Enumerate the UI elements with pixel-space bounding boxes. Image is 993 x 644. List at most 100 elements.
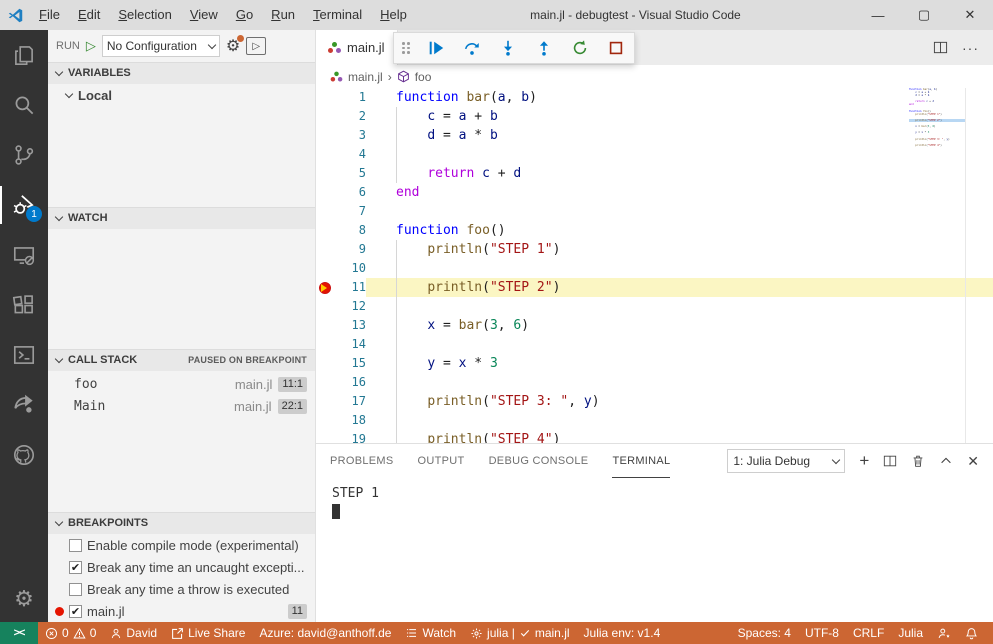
call-stack-frame[interactable]: Main main.jl 22:1 (48, 395, 315, 417)
close-panel-icon[interactable]: ✕ (967, 453, 979, 470)
breakpoint-checkbox[interactable] (69, 538, 82, 552)
breakpoint-item[interactable]: Enable compile mode (experimental) (48, 534, 315, 556)
breadcrumb[interactable]: main.jl › foo (316, 65, 993, 88)
code-line-9[interactable]: 9 println("STEP 1") (316, 240, 993, 259)
variables-section-header[interactable]: VARIABLES (48, 62, 315, 84)
breakpoint-item[interactable]: ✔ Break any time an uncaught excepti... (48, 556, 315, 578)
status-item[interactable]: Julia env: v1.4 (577, 622, 668, 644)
status-item[interactable]: CRLF (846, 622, 891, 644)
minimize-button[interactable]: — (855, 0, 901, 30)
code-line-18[interactable]: 18 (316, 411, 993, 430)
debug-settings-gear-icon[interactable]: ⚙ (226, 35, 245, 56)
menu-go[interactable]: Go (227, 0, 262, 30)
breadcrumb-file[interactable]: main.jl (348, 70, 383, 84)
status-item[interactable]: julia | main.jl (463, 622, 576, 644)
breakpoints-section-header[interactable]: BREAKPOINTS (48, 512, 315, 534)
step-out-button[interactable] (534, 38, 554, 58)
maximize-button[interactable]: ▢ (901, 0, 947, 30)
activity-run-debug-icon[interactable]: 1 (0, 180, 48, 230)
breadcrumb-symbol[interactable]: foo (415, 70, 432, 84)
status-item[interactable] (930, 622, 958, 644)
breakpoint-checkbox[interactable] (69, 582, 82, 596)
more-actions-icon[interactable]: ··· (962, 40, 979, 56)
menu-file[interactable]: File (30, 0, 69, 30)
code-line-1[interactable]: 1 function bar(a, b) (316, 88, 993, 107)
panel-tab-debug-console[interactable]: DEBUG CONSOLE (489, 444, 589, 478)
step-over-button[interactable] (462, 38, 482, 58)
editor-scrollbar[interactable] (965, 88, 993, 443)
continue-button[interactable] (426, 38, 446, 58)
active-breakpoint-icon[interactable] (319, 281, 331, 294)
start-debug-icon[interactable]: ▷ (86, 38, 96, 54)
menu-edit[interactable]: Edit (69, 0, 109, 30)
activity-live-share-icon[interactable] (0, 380, 48, 430)
variables-scope-local[interactable]: Local (48, 84, 315, 106)
code-line-5[interactable]: 5 return c + d (316, 164, 993, 183)
status-item[interactable]: UTF-8 (798, 622, 846, 644)
status-item[interactable]: Spaces: 4 (731, 622, 798, 644)
debug-config-select[interactable]: No Configuration (101, 35, 220, 57)
code-line-13[interactable]: 13 x = bar(3, 6) (316, 316, 993, 335)
status-item[interactable]: Julia (891, 622, 930, 644)
code-line-16[interactable]: 16 (316, 373, 993, 392)
terminal-select[interactable]: 1: Julia Debug (727, 449, 846, 473)
code-line-11[interactable]: 11 println("STEP 2") (316, 278, 993, 297)
menu-terminal[interactable]: Terminal (304, 0, 371, 30)
status-item[interactable] (958, 622, 985, 644)
breakpoint-item[interactable]: Break any time a throw is executed (48, 578, 315, 600)
code-line-3[interactable]: 3 d = a * b (316, 126, 993, 145)
close-button[interactable]: ✕ (947, 0, 993, 30)
code-line-10[interactable]: 10 (316, 259, 993, 278)
code-line-17[interactable]: 17 println("STEP 3: ", y) (316, 392, 993, 411)
status-item[interactable]: David (103, 622, 164, 644)
code-line-12[interactable]: 12 (316, 297, 993, 316)
status-item[interactable]: Live Share (164, 622, 252, 644)
manage-gear-icon[interactable]: ⚙ (14, 576, 34, 622)
activity-extensions-icon[interactable] (0, 280, 48, 330)
tab-main-jl[interactable]: main.jl (316, 30, 398, 65)
menu-view[interactable]: View (181, 0, 227, 30)
stop-button[interactable] (606, 38, 626, 58)
maximize-panel-icon[interactable] (939, 454, 953, 468)
restart-button[interactable] (570, 38, 590, 58)
split-terminal-icon[interactable] (883, 454, 897, 468)
breakpoint-item[interactable]: ✔ main.jl 11 (48, 600, 315, 622)
status-item[interactable]: 00 (38, 622, 103, 644)
code-line-8[interactable]: 8 function foo() (316, 221, 993, 240)
code-editor[interactable]: 1 function bar(a, b) 2 c = a + b3 d = a * … (316, 88, 993, 443)
code-line-14[interactable]: 14 (316, 335, 993, 354)
activity-source-control-icon[interactable] (0, 130, 48, 180)
call-stack-frame[interactable]: foo main.jl 11:1 (48, 373, 315, 395)
status-item[interactable]: Azure: david@anthoff.de (252, 622, 398, 644)
code-line-7[interactable]: 7 (316, 202, 993, 221)
new-terminal-icon[interactable]: + (859, 451, 869, 471)
step-into-button[interactable] (498, 38, 518, 58)
debug-console-icon[interactable]: ▷ (246, 37, 267, 55)
code-line-4[interactable]: 4 (316, 145, 993, 164)
breakpoint-checkbox[interactable]: ✔ (69, 560, 82, 574)
menu-help[interactable]: Help (371, 0, 416, 30)
activity-remote-explorer-icon[interactable] (0, 230, 48, 280)
code-line-19[interactable]: 19 println("STEP 4") (316, 430, 993, 443)
split-editor-icon[interactable] (933, 40, 948, 55)
activity-files-icon[interactable] (0, 30, 48, 80)
code-line-2[interactable]: 2 c = a + b (316, 107, 993, 126)
remote-indicator[interactable]: >< (0, 622, 38, 644)
status-item[interactable]: Watch (398, 622, 463, 644)
activity-search-icon[interactable] (0, 80, 48, 130)
call-stack-section-header[interactable]: CALL STACK PAUSED ON BREAKPOINT (48, 349, 315, 371)
menu-run[interactable]: Run (262, 0, 304, 30)
activity-github-icon[interactable] (0, 430, 48, 480)
panel-tab-output[interactable]: OUTPUT (418, 444, 465, 478)
code-line-6[interactable]: 6 end (316, 183, 993, 202)
toolbar-drag-handle[interactable] (402, 42, 410, 54)
terminal-output[interactable]: STEP 1 (316, 478, 993, 622)
kill-terminal-trash-icon[interactable] (911, 454, 925, 468)
code-line-15[interactable]: 15 y = x * 3 (316, 354, 993, 373)
activity-terminal-box-icon[interactable] (0, 330, 48, 380)
watch-section-header[interactable]: WATCH (48, 207, 315, 229)
menu-selection[interactable]: Selection (109, 0, 180, 30)
breakpoint-checkbox[interactable]: ✔ (69, 604, 82, 618)
panel-tab-terminal[interactable]: TERMINAL (612, 444, 671, 478)
panel-tab-problems[interactable]: PROBLEMS (330, 444, 394, 478)
